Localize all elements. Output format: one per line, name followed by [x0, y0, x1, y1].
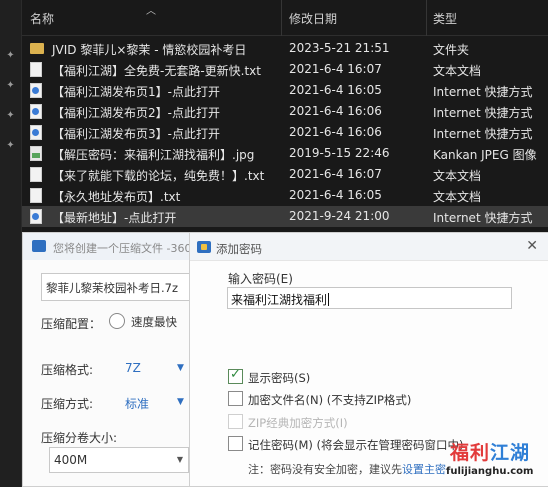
file-name: 【来了就能下载的论坛，纯免费！】.txt	[52, 169, 265, 183]
file-row[interactable]: 【福利江湖】全免费-无套路-更新快.txt 2021-6-4 16:07 文本文…	[22, 59, 548, 80]
file-row[interactable]: 【福利江湖发布页1】-点此打开 2021-6-4 16:05 Internet …	[22, 80, 548, 101]
internet-shortcut-icon	[30, 83, 42, 98]
internet-shortcut-icon	[30, 125, 42, 140]
file-date: 2021-6-4 16:07	[289, 62, 382, 76]
file-type: 文本文档	[433, 190, 482, 204]
watermark-part2: 江湖	[490, 442, 531, 464]
text-file-icon	[30, 188, 42, 203]
file-type: 文件夹	[433, 43, 470, 57]
password-value: 来福利江湖找福利	[231, 293, 328, 307]
sort-up-icon[interactable]: ︿	[146, 2, 156, 17]
file-date: 2021-6-4 16:05	[289, 83, 382, 97]
file-row[interactable]: 【永久地址发布页】.txt 2021-6-4 16:05 文本文档	[22, 185, 548, 206]
file-date: 2019-5-15 22:46	[289, 146, 390, 160]
chevron-down-icon[interactable]: ▼	[177, 397, 184, 407]
file-date: 2021-6-4 16:06	[289, 125, 382, 139]
file-type: Internet 快捷方式	[433, 127, 533, 141]
file-name: 【福利江湖发布页2】-点此打开	[52, 106, 220, 120]
file-row[interactable]: 【福利江湖发布页3】-点此打开 2021-6-4 16:06 Internet …	[22, 122, 548, 143]
file-list: JVID 黎菲儿×黎茉 - 情慾校园补考日 2023-5-21 21:51 文件…	[22, 38, 548, 227]
chevron-down-icon[interactable]: ▼	[177, 363, 184, 373]
image-file-icon	[30, 146, 42, 161]
column-header-bar: ︿ 名称 修改日期 类型	[22, 0, 548, 36]
zip-classic-encryption-checkbox	[228, 414, 243, 429]
navigation-pane: ✦ ✦ ✦ ✦	[0, 0, 22, 487]
remember-password-checkbox[interactable]	[228, 436, 243, 451]
file-row[interactable]: JVID 黎菲儿×黎茉 - 情慾校园补考日 2023-5-21 21:51 文件…	[22, 38, 548, 59]
column-date-header[interactable]: 修改日期	[289, 10, 337, 27]
zip-classic-encryption-label: ZIP经典加密方式(I)	[248, 416, 348, 430]
pin-icon[interactable]: ✦	[5, 80, 16, 91]
file-type: 文本文档	[433, 64, 482, 78]
close-icon[interactable]: ✕	[526, 239, 538, 253]
watermark-logo: 福利江湖 fulijianghu.com	[444, 438, 548, 487]
file-type: Internet 快捷方式	[433, 106, 533, 120]
show-password-label[interactable]: 显示密码(S)	[248, 370, 310, 386]
config-label: 压缩配置：	[41, 317, 102, 331]
text-caret	[328, 293, 330, 306]
file-row[interactable]: 【来了就能下载的论坛，纯免费！】.txt 2021-6-4 16:07 文本文档	[22, 164, 548, 185]
internet-shortcut-icon	[30, 209, 42, 224]
remember-password-label[interactable]: 记住密码(M) (将会显示在管理密码窗口中)	[248, 437, 464, 453]
file-row-selected[interactable]: 【最新地址】-点此打开 2021-9-24 21:00 Internet 快捷方…	[22, 206, 548, 227]
archive-name-field[interactable]: 黎菲儿黎茉校园补考日.7z	[41, 273, 193, 301]
file-date: 2021-6-4 16:06	[289, 104, 382, 118]
file-row[interactable]: 【福利江湖发布页2】-点此打开 2021-6-4 16:06 Internet …	[22, 101, 548, 122]
pin-icon[interactable]: ✦	[5, 110, 16, 121]
security-note-text: 注：密码没有安全加密，建议先	[248, 463, 402, 476]
format-select[interactable]: 7Z	[125, 361, 141, 375]
file-type: Internet 快捷方式	[433, 85, 533, 99]
speed-radio[interactable]	[109, 313, 125, 329]
file-type: Internet 快捷方式	[433, 211, 533, 225]
file-date: 2021-9-24 21:00	[289, 209, 390, 223]
watermark-part1: 福利	[450, 442, 491, 464]
file-row[interactable]: 【解压密码：来福利江湖找福利】.jpg 2019-5-15 22:46 Kank…	[22, 143, 548, 164]
watermark-url: fulijianghu.com	[446, 466, 534, 477]
text-file-icon	[30, 62, 42, 77]
file-name: 【福利江湖发布页1】-点此打开	[52, 85, 220, 99]
folder-icon	[30, 43, 44, 54]
pin-icon[interactable]: ✦	[5, 140, 16, 151]
file-date: 2021-6-4 16:05	[289, 188, 382, 202]
file-explorer: ︿ 名称 修改日期 类型 JVID 黎菲儿×黎茉 - 情慾校园补考日 2023-…	[0, 0, 548, 232]
column-type-header[interactable]: 类型	[433, 10, 457, 27]
compress-window-title: 您将创建一个压缩文件 -360	[53, 242, 192, 255]
pin-icon[interactable]: ✦	[5, 50, 16, 61]
encrypt-filename-checkbox[interactable]	[228, 391, 243, 406]
chevron-down-icon: ▼	[176, 455, 183, 464]
split-size-value: 400M	[54, 453, 88, 467]
show-password-checkbox[interactable]	[228, 367, 243, 384]
file-type: 文本文档	[433, 169, 482, 183]
password-input-label: 输入密码(E)	[228, 272, 293, 286]
dialog-titlebar[interactable]: 添加密码 ✕	[190, 233, 548, 261]
file-type: Kankan JPEG 图像	[433, 148, 537, 162]
text-file-icon	[30, 167, 42, 182]
internet-shortcut-icon	[30, 104, 42, 119]
speed-radio-label[interactable]: 速度最快	[131, 314, 177, 330]
password-input[interactable]: 来福利江湖找福利	[227, 287, 512, 309]
file-name: 【福利江湖】全免费-无套路-更新快.txt	[52, 64, 261, 78]
zip-app-icon	[32, 240, 46, 252]
security-note: 注：密码没有安全加密，建议先设置主密	[248, 461, 446, 477]
file-name: 【福利江湖发布页3】-点此打开	[52, 127, 220, 141]
method-label: 压缩方式:	[41, 397, 94, 411]
watermark-title: 福利江湖	[450, 438, 530, 465]
split-size-select[interactable]: 400M ▼	[49, 447, 189, 473]
file-name: JVID 黎菲儿×黎茉 - 情慾校园补考日	[52, 43, 247, 57]
file-name: 【永久地址发布页】.txt	[52, 190, 181, 204]
format-label: 压缩格式:	[41, 363, 94, 377]
set-master-password-link[interactable]: 设置主密	[402, 463, 446, 476]
encrypt-filename-label[interactable]: 加密文件名(N) (不支持ZIP格式)	[248, 392, 411, 408]
file-date: 2023-5-21 21:51	[289, 41, 390, 55]
dialog-title: 添加密码	[216, 242, 262, 256]
column-divider[interactable]	[426, 0, 427, 36]
column-divider[interactable]	[281, 0, 282, 36]
file-date: 2021-6-4 16:07	[289, 167, 382, 181]
column-name-header[interactable]: 名称	[30, 10, 54, 27]
method-select[interactable]: 标准	[125, 395, 149, 412]
password-app-icon	[197, 241, 211, 253]
file-name: 【最新地址】-点此打开	[52, 211, 177, 225]
file-name: 【解压密码：来福利江湖找福利】.jpg	[52, 148, 255, 162]
split-label: 压缩分卷大小:	[41, 431, 118, 445]
